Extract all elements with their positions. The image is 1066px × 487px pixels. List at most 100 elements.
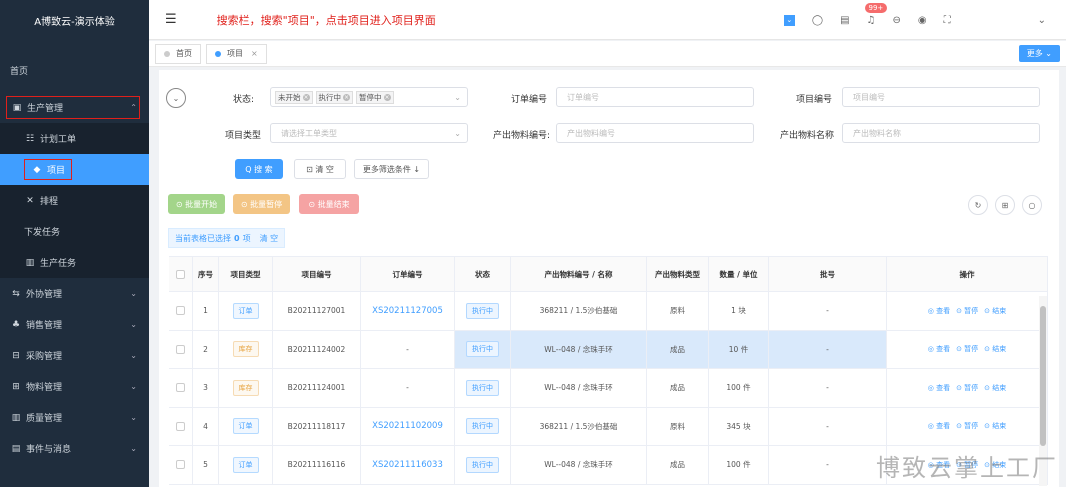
- sidebar-item-11[interactable]: ▥ 质量管理 ⌄: [0, 402, 149, 433]
- status-chip[interactable]: 执行中 ×: [315, 90, 353, 104]
- table-row[interactable]: 3 库存 B20211124001 - 执行中 WL--048 / 念珠手环 成品 100 件…: [169, 369, 1048, 408]
- lock-icon[interactable]: ⊖: [892, 15, 900, 26]
- batch-finish-button[interactable]: ⊙ 批量结束: [299, 194, 359, 214]
- collapse-filter-icon[interactable]: ⌄: [166, 88, 186, 108]
- view-link[interactable]: ◎ 查看: [928, 344, 950, 354]
- row-checkbox[interactable]: [176, 421, 185, 431]
- order-no[interactable]: XS20211127005: [361, 292, 455, 330]
- chevron-icon: ⌃: [130, 103, 137, 112]
- status-cell: 执行中: [455, 407, 511, 445]
- tab-home[interactable]: 首页: [155, 43, 201, 64]
- project-no-input[interactable]: 项目编号: [842, 87, 1040, 107]
- pause-link[interactable]: ⊙ 暂停: [956, 344, 978, 354]
- sidebar-icon: ♣: [11, 319, 21, 330]
- order-no-link[interactable]: XS20211102009: [372, 421, 443, 431]
- finish-link[interactable]: ⊙ 结束: [984, 306, 1006, 316]
- chip-close-icon[interactable]: ×: [383, 93, 391, 101]
- sidebar-item-12[interactable]: ▤ 事件与消息 ⌄: [0, 433, 149, 464]
- status-tag: 执行中: [466, 379, 499, 396]
- tags-bar: 首页 项目 × 更多 ⌄: [149, 41, 1066, 67]
- sidebar-item-7[interactable]: ⇆ 外协管理 ⌄: [0, 278, 149, 309]
- chip-close-icon[interactable]: ×: [343, 93, 350, 101]
- more-filters-button[interactable]: 更多筛选条件 ↓: [354, 159, 429, 179]
- eye-icon[interactable]: ◉: [918, 15, 927, 26]
- row-checkbox[interactable]: [176, 460, 185, 470]
- clear-button[interactable]: ⊡ 清 空: [294, 159, 346, 179]
- pause-link[interactable]: ⊙ 暂停: [956, 383, 978, 393]
- order-no[interactable]: XS20211102009: [361, 407, 455, 445]
- hamburger-icon[interactable]: ☰: [165, 12, 177, 27]
- selection-clear-link[interactable]: 清 空: [260, 233, 279, 244]
- sidebar-item-1[interactable]: ▣ 生产管理 ⌃: [0, 92, 149, 123]
- status-chip[interactable]: 未开始 ×: [275, 90, 313, 104]
- sidebar-item-10[interactable]: ⊞ 物料管理 ⌄: [0, 371, 149, 402]
- sidebar-item-6[interactable]: ▥ 生产任务: [0, 247, 149, 278]
- view-link[interactable]: ◎ 查看: [928, 383, 950, 393]
- chat-icon[interactable]: ◯: [812, 15, 823, 26]
- sidebar-item-5[interactable]: 下发任务: [0, 216, 149, 247]
- select-all-checkbox[interactable]: [176, 269, 185, 279]
- scrollbar-thumb[interactable]: [1040, 306, 1046, 446]
- batch-start-button[interactable]: ⊙ 批量开始: [168, 194, 225, 214]
- sidebar-item-label: 采购管理: [26, 352, 63, 362]
- table-row[interactable]: 4 订单 B20211118117 XS20211102009 执行中 368211 / …: [169, 407, 1048, 446]
- sidebar-item-3[interactable]: ◆ 项目: [0, 154, 149, 185]
- sidebar-item-4[interactable]: ✕ 排程: [0, 185, 149, 216]
- main-panel: ⌄ 状态: 未开始 × 执行中 × 暂停中 × ⌄ 订单编号 订单编号 项目编号 项目…: [159, 70, 1059, 487]
- view-link[interactable]: ◎ 查看: [928, 306, 950, 316]
- row-checkbox[interactable]: [176, 306, 185, 316]
- chevron-icon: ⌄: [130, 444, 137, 453]
- bell-icon[interactable]: ♫ 99+: [864, 2, 888, 26]
- order-no-input[interactable]: 订单编号: [556, 87, 754, 107]
- project-type-select[interactable]: 请选择工单类型 ⌄: [270, 123, 468, 143]
- search-button[interactable]: Q 搜 索: [235, 159, 283, 179]
- pause-link[interactable]: ⊙ 暂停: [956, 421, 978, 431]
- finish-link[interactable]: ⊙ 结束: [984, 421, 1006, 431]
- row-checkbox[interactable]: [176, 344, 185, 354]
- chevron-icon: ⌄: [130, 413, 137, 422]
- sidebar-nav: 首页 ▣ 生产管理 ⌃ ☷ 计划工单 ◆ 项目 ✕ 排程 下发任务 ▥ 生产任务 ⇆ 外协管理 ⌄ ♣ 销售管理 ⌄…: [0, 40, 149, 464]
- table-row[interactable]: 1 订单 B20211127001 XS20211127005 执行中 368211 / …: [169, 292, 1048, 331]
- project-type-label: 项目类型: [225, 131, 262, 141]
- search-icon[interactable]: ○: [1022, 195, 1042, 215]
- chip-label: 未开始: [278, 92, 301, 102]
- chip-close-icon[interactable]: ×: [302, 93, 310, 101]
- order-no-link[interactable]: XS20211116033: [372, 460, 443, 470]
- fullscreen-icon[interactable]: ⛶: [944, 15, 951, 26]
- checkbox-cell: [169, 369, 193, 407]
- table-row[interactable]: 2 库存 B20211124002- 执行中 WL--048 / 念珠手环 成品 10 件-…: [169, 330, 1048, 369]
- material-no-input[interactable]: 产出物料编号: [556, 123, 754, 143]
- chevron-down-icon: ⌄: [454, 92, 461, 102]
- chevron-icon: ⌄: [130, 289, 137, 298]
- batch-pause-button[interactable]: ⊙ 批量暂停: [233, 194, 290, 214]
- document-icon[interactable]: ▤: [840, 15, 849, 26]
- pause-link[interactable]: ⊙ 暂停: [956, 306, 978, 316]
- refresh-icon[interactable]: ↻: [968, 195, 988, 215]
- close-icon[interactable]: ×: [251, 49, 258, 58]
- type-cell: 库存: [219, 369, 273, 407]
- more-button[interactable]: 更多 ⌄: [1018, 45, 1060, 62]
- project-no: B20211116116: [273, 446, 361, 484]
- type-cell: 订单: [219, 446, 273, 484]
- sidebar-item-0[interactable]: 首页: [0, 40, 149, 92]
- status-chip[interactable]: 暂停中 ×: [356, 90, 394, 104]
- watermark-text: 博致云掌上工厂: [876, 454, 1058, 482]
- batch-no: -: [769, 446, 887, 484]
- dropdown-icon[interactable]: ⌄: [783, 14, 795, 26]
- row-checkbox[interactable]: [176, 383, 185, 393]
- finish-link[interactable]: ⊙ 结束: [984, 344, 1006, 354]
- sidebar-item-2[interactable]: ☷ 计划工单: [0, 123, 149, 154]
- finish-link[interactable]: ⊙ 结束: [984, 383, 1006, 393]
- order-no[interactable]: XS20211116033: [361, 446, 455, 484]
- sidebar-item-9[interactable]: ⊟ 采购管理 ⌄: [0, 340, 149, 371]
- status-select[interactable]: 未开始 × 执行中 × 暂停中 × ⌄: [270, 87, 468, 107]
- sidebar-item-8[interactable]: ♣ 销售管理 ⌄: [0, 309, 149, 340]
- view-link[interactable]: ◎ 查看: [928, 421, 950, 431]
- top-icons: ⌄ ◯ ▤ ♫ 99+ ⊖ ◉ ⛶ ⌄: [783, 0, 1046, 40]
- tab-project[interactable]: 项目 ×: [206, 43, 267, 64]
- column-header: 产出物料编号 / 名称: [511, 257, 647, 291]
- columns-icon[interactable]: ⊞: [995, 195, 1015, 215]
- material-name-input[interactable]: 产出物料名称: [842, 123, 1040, 143]
- order-no-link[interactable]: XS20211127005: [372, 306, 443, 316]
- user-menu-chevron-icon[interactable]: ⌄: [1038, 15, 1046, 26]
